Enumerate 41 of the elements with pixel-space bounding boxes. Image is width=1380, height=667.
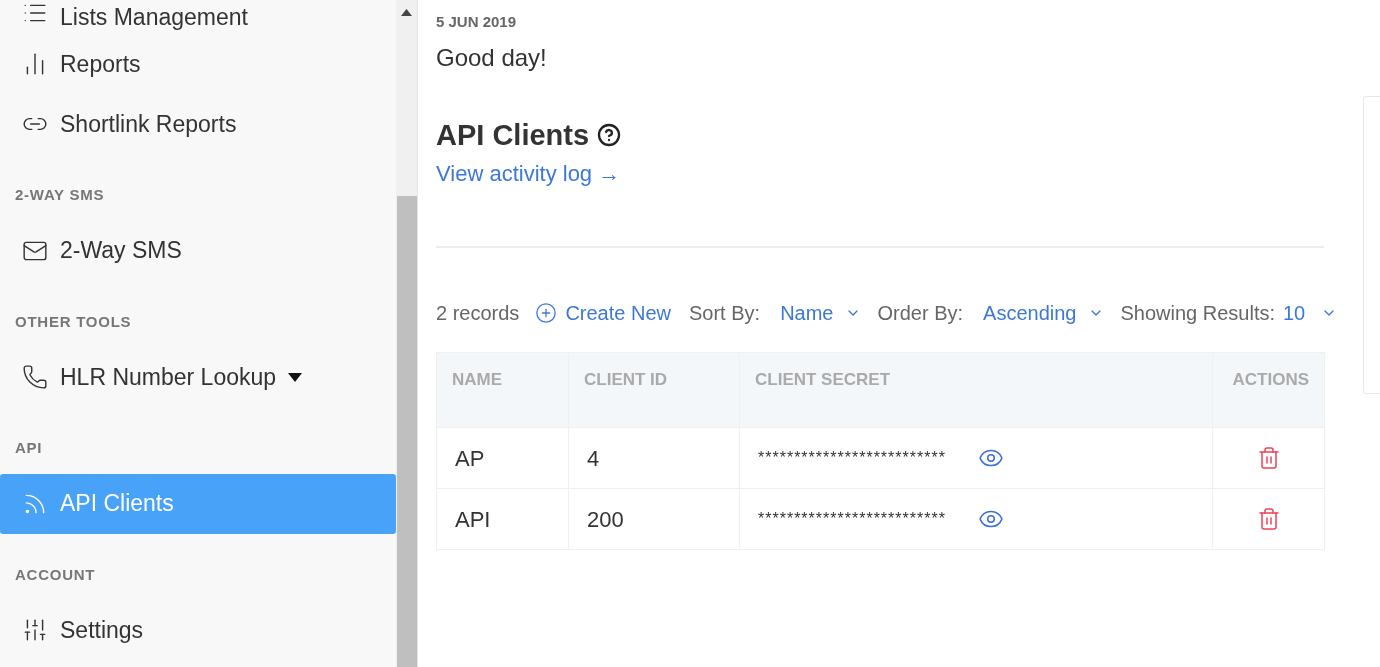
order-dropdown[interactable]: Ascending: [983, 298, 1105, 328]
sliders-icon: [22, 617, 48, 643]
sidebar-item[interactable]: Settings: [0, 600, 396, 660]
masked-secret: **************************: [758, 448, 946, 468]
plus-icon: [535, 302, 558, 324]
sidebar-item[interactable]: HLR Number Lookup: [0, 347, 396, 407]
sidebar-item[interactable]: 2-Way SMS: [0, 220, 396, 281]
column-header: ACTIONS: [1212, 352, 1325, 428]
caret-icon: [288, 372, 303, 382]
section-heading: ACCOUNT: [14, 564, 97, 585]
section-heading: 2-WAY SMS: [14, 185, 106, 205]
order-label: Order By:: [877, 301, 964, 326]
column-header: CLIENT SECRET: [739, 352, 1213, 428]
results-dropdown[interactable]: 10: [1283, 298, 1338, 328]
phone-icon: [22, 364, 48, 390]
greeting: Good day!: [436, 42, 548, 73]
sidebar-item[interactable]: Shortlink Reports: [0, 94, 396, 154]
help-icon[interactable]: [597, 123, 622, 148]
table-cell: API: [436, 488, 569, 550]
table-cell: AP: [436, 427, 569, 489]
table-cell: 4: [568, 427, 740, 489]
table-cell: 200: [568, 488, 740, 550]
trash-icon[interactable]: [1256, 446, 1281, 470]
sort-label: Sort By:: [689, 301, 761, 326]
date-label: 5 JUN 2019: [436, 12, 518, 32]
scroll-up-icon: [401, 9, 412, 16]
column-header: NAME: [436, 352, 569, 428]
record-count: 2 records: [436, 301, 520, 326]
results-label: Showing Results:: [1120, 301, 1275, 326]
scrollbar-thumb[interactable]: [396, 196, 417, 667]
page-title: API Clients: [436, 117, 590, 153]
trash-icon[interactable]: [1256, 507, 1281, 531]
activity-log-link[interactable]: View activity log →: [436, 157, 621, 190]
create-new-button[interactable]: Create New: [535, 298, 671, 328]
column-header: CLIENT ID: [568, 352, 740, 428]
section-heading: OTHER TOOLS: [14, 311, 133, 332]
section-heading: API: [14, 438, 44, 458]
masked-secret: **************************: [758, 509, 946, 529]
sidebar-item[interactable]: Reports: [0, 34, 396, 94]
sidebar-item[interactable]: Lists Management: [0, 0, 396, 34]
sort-dropdown[interactable]: Name: [780, 298, 862, 328]
